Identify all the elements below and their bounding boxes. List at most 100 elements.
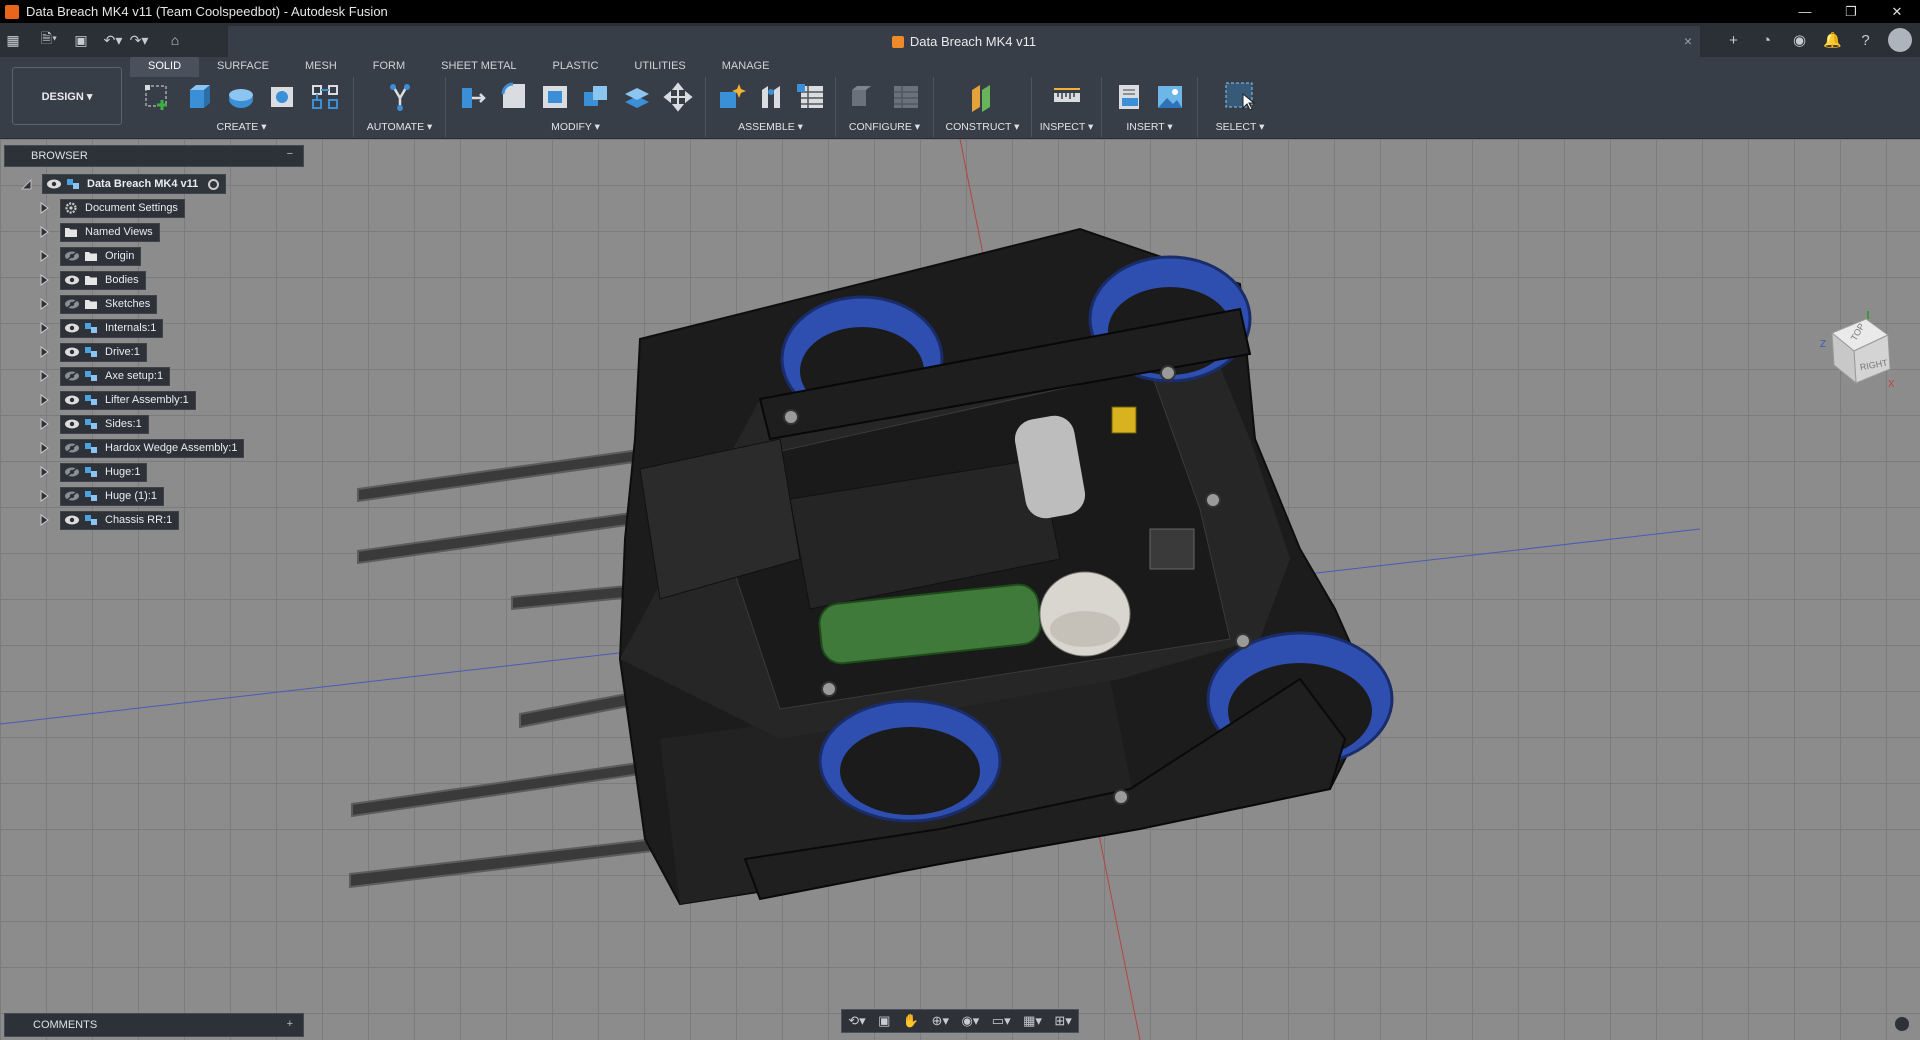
- eye-icon[interactable]: [46, 178, 62, 190]
- tab-form[interactable]: FORM: [355, 57, 423, 77]
- tree-item[interactable]: Internals:1: [20, 316, 320, 340]
- collapse-triangle-icon[interactable]: [20, 178, 32, 190]
- visual-style-icon[interactable]: ▭▾: [992, 1013, 1011, 1029]
- eye-hidden-icon[interactable]: [64, 490, 80, 502]
- eye-icon[interactable]: [64, 418, 80, 430]
- tree-node[interactable]: Lifter Assembly:1: [60, 390, 196, 410]
- select-menu[interactable]: SELECT ▾: [1198, 121, 1282, 133]
- tree-item[interactable]: Lifter Assembly:1: [20, 388, 320, 412]
- expand-triangle-icon[interactable]: [38, 394, 50, 406]
- job-status-icon[interactable]: ◔: [1750, 32, 1783, 49]
- tab-utilities[interactable]: UTILITIES: [616, 57, 703, 77]
- tab-solid[interactable]: SOLID: [130, 57, 200, 77]
- tree-node[interactable]: Internals:1: [60, 318, 164, 338]
- workspace-switcher-button[interactable]: DESIGN ▾: [12, 67, 122, 125]
- add-comment-icon[interactable]: +: [287, 1018, 293, 1030]
- new-tab-icon[interactable]: +: [1717, 32, 1750, 49]
- eye-hidden-icon[interactable]: [64, 370, 80, 382]
- notifications-icon[interactable]: 🔔: [1816, 31, 1849, 49]
- grid-settings-icon[interactable]: ▦▾: [1023, 1013, 1042, 1029]
- expand-triangle-icon[interactable]: [38, 346, 50, 358]
- tree-node[interactable]: Origin: [60, 246, 142, 266]
- save-icon[interactable]: ▣: [68, 32, 94, 49]
- app-grid-icon[interactable]: ▦: [0, 32, 26, 49]
- expand-triangle-icon[interactable]: [38, 202, 50, 214]
- tree-item[interactable]: Sides:1: [20, 412, 320, 436]
- insert-canvas-icon[interactable]: [1153, 79, 1189, 115]
- eye-icon[interactable]: [64, 274, 80, 286]
- tree-item[interactable]: Bodies: [20, 268, 320, 292]
- tree-item[interactable]: Chassis RR:1: [20, 508, 320, 532]
- tree-node[interactable]: Named Views: [60, 222, 160, 242]
- expand-triangle-icon[interactable]: [38, 514, 50, 526]
- move-icon[interactable]: [661, 79, 696, 115]
- insert-menu[interactable]: INSERT ▾: [1102, 121, 1197, 133]
- tree-item[interactable]: Huge:1: [20, 460, 320, 484]
- tree-item[interactable]: Sketches: [20, 292, 320, 316]
- configuration-table-icon[interactable]: [888, 79, 924, 115]
- collapse-icon[interactable]: −: [287, 148, 293, 160]
- layout-corner-icon[interactable]: [1894, 1016, 1910, 1032]
- expand-triangle-icon[interactable]: [38, 370, 50, 382]
- activate-radio-icon[interactable]: [208, 178, 220, 190]
- configure-menu[interactable]: CONFIGURE ▾: [836, 121, 933, 133]
- eye-icon[interactable]: [64, 514, 80, 526]
- expand-triangle-icon[interactable]: [38, 226, 50, 238]
- viewcube[interactable]: TOP RIGHT Z X: [1818, 311, 1898, 391]
- file-menu-icon[interactable]: 🗎▾: [36, 28, 62, 52]
- automate-menu[interactable]: AUTOMATE ▾: [354, 121, 445, 133]
- pattern-icon[interactable]: [307, 79, 343, 115]
- tree-node[interactable]: Bodies: [60, 270, 146, 290]
- tree-node[interactable]: Huge (1):1: [60, 486, 164, 506]
- undo-icon[interactable]: ↶▾: [100, 32, 126, 49]
- help-icon[interactable]: ?: [1849, 32, 1882, 49]
- automate-icon[interactable]: [382, 79, 418, 115]
- fillet-icon[interactable]: [496, 79, 531, 115]
- eye-hidden-icon[interactable]: [64, 298, 80, 310]
- eye-icon[interactable]: [64, 346, 80, 358]
- modify-menu[interactable]: MODIFY ▾: [446, 121, 705, 133]
- tree-node[interactable]: Sides:1: [60, 414, 149, 434]
- orbit-icon[interactable]: ⟲▾: [848, 1013, 865, 1029]
- revolve-icon[interactable]: [223, 79, 259, 115]
- tree-item[interactable]: Document Settings: [20, 196, 320, 220]
- tree-item[interactable]: Drive:1: [20, 340, 320, 364]
- close-window-button[interactable]: ✕: [1874, 0, 1920, 23]
- tree-node[interactable]: Drive:1: [60, 342, 147, 362]
- eye-hidden-icon[interactable]: [64, 250, 80, 262]
- root-component-node[interactable]: Data Breach MK4 v11: [42, 174, 227, 194]
- tree-node[interactable]: Sketches: [60, 294, 158, 314]
- create-menu[interactable]: CREATE ▾: [130, 121, 353, 133]
- tree-item[interactable]: Axe setup:1: [20, 364, 320, 388]
- measure-icon[interactable]: [1049, 79, 1085, 115]
- tab-manage[interactable]: MANAGE: [704, 57, 788, 77]
- tree-node[interactable]: Axe setup:1: [60, 366, 171, 386]
- tree-item[interactable]: Origin: [20, 244, 320, 268]
- assemble-menu[interactable]: ASSEMBLE ▾: [706, 121, 835, 133]
- tree-node[interactable]: Document Settings: [60, 198, 185, 218]
- tree-item[interactable]: Hardox Wedge Assembly:1: [20, 436, 320, 460]
- comments-panel[interactable]: COMMENTS +: [4, 1013, 304, 1037]
- tab-sheet-metal[interactable]: SHEET METAL: [423, 57, 534, 77]
- expand-triangle-icon[interactable]: [38, 418, 50, 430]
- eye-hidden-icon[interactable]: [64, 466, 80, 478]
- expand-triangle-icon[interactable]: [38, 466, 50, 478]
- zoom-icon[interactable]: ⊕▾: [932, 1013, 949, 1029]
- tree-item[interactable]: Named Views: [20, 220, 320, 244]
- minimize-button[interactable]: —: [1782, 0, 1828, 23]
- select-icon[interactable]: [1222, 79, 1258, 115]
- tree-root[interactable]: Data Breach MK4 v11: [20, 172, 320, 196]
- browser-panel-header[interactable]: BROWSER −: [4, 145, 304, 167]
- expand-triangle-icon[interactable]: [38, 442, 50, 454]
- eye-icon[interactable]: [64, 394, 80, 406]
- home-icon[interactable]: ⌂: [162, 32, 188, 48]
- eye-hidden-icon[interactable]: [64, 442, 80, 454]
- expand-triangle-icon[interactable]: [38, 250, 50, 262]
- bom-icon[interactable]: [793, 79, 826, 115]
- tree-node[interactable]: Chassis RR:1: [60, 510, 180, 530]
- joint-icon[interactable]: [754, 79, 787, 115]
- eye-icon[interactable]: [64, 322, 80, 334]
- offset-face-icon[interactable]: [620, 79, 655, 115]
- tree-item[interactable]: Huge (1):1: [20, 484, 320, 508]
- tree-node[interactable]: Huge:1: [60, 462, 148, 482]
